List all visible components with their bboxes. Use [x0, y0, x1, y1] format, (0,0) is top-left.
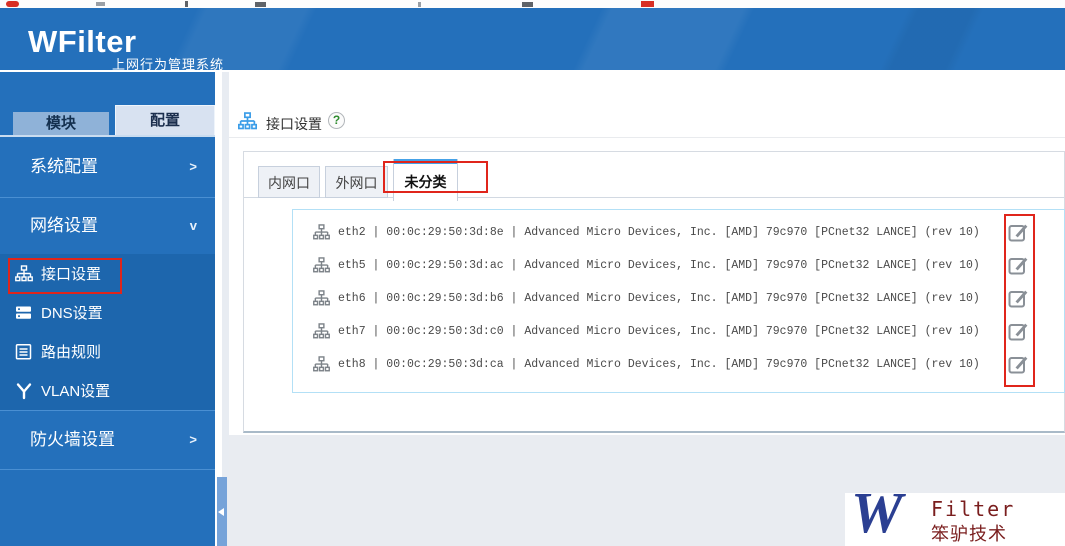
interface-settings-icon: [238, 112, 257, 131]
gray-mark-icon: [96, 2, 105, 6]
section-label: 防火墙设置: [30, 430, 115, 449]
edit-icon[interactable]: [1007, 320, 1029, 342]
sidebar-section-firewall-settings[interactable]: 防火墙设置 >: [0, 411, 215, 469]
sidebar-section-system-config[interactable]: 系统配置 >: [0, 137, 215, 197]
page-title: 接口设置: [266, 116, 322, 132]
active-tab-bar: [394, 159, 457, 164]
interface-row: eth5 | 00:0c:29:50:3d:ac | Advanced Micr…: [293, 249, 1064, 282]
interface-row: eth2 | 00:0c:29:50:3d:8e | Advanced Micr…: [293, 216, 1064, 249]
bar-mark-icon: [185, 1, 188, 7]
brand-subtitle: 上网行为管理系统: [112, 57, 225, 70]
edit-icon[interactable]: [1007, 221, 1029, 243]
sidebar-item-label: 接口设置: [41, 266, 102, 283]
network-tree-icon: [313, 323, 330, 340]
tab-unclassified[interactable]: 未分类: [393, 159, 458, 201]
logo-w-glyph: W: [851, 480, 903, 545]
sidebar-item-route-rules[interactable]: 路由规则: [0, 332, 215, 371]
wfilter-watermark: W Filter 笨驴技术: [845, 480, 1065, 546]
sidebar-divider: [0, 469, 215, 470]
sidebar-tab-modules[interactable]: 模块: [13, 112, 109, 135]
logo-caption: 笨驴技术: [931, 524, 1007, 544]
help-icon[interactable]: ?: [328, 112, 345, 129]
sidebar-item-dns-settings[interactable]: DNS设置: [0, 293, 215, 332]
sidebar-collapse-handle[interactable]: [217, 477, 227, 546]
network-tree-icon: [313, 224, 330, 241]
wfilter-app: WFilter 上网行为管理系统 模块 配置 系统配置 > 网络设置 v 接口设…: [0, 0, 1065, 546]
interface-row-text: eth7 | 00:0c:29:50:3d:c0 | Advanced Micr…: [338, 325, 980, 338]
tab-internal-port[interactable]: 内网口: [258, 166, 320, 198]
app-header: WFilter 上网行为管理系统: [0, 8, 1065, 70]
breadcrumb-divider: [229, 137, 1065, 138]
route-rules-icon: [15, 343, 33, 361]
red-bookmark-icon: [6, 1, 19, 7]
collapse-left-icon: [218, 508, 224, 516]
interface-row: eth7 | 00:0c:29:50:3d:c0 | Advanced Micr…: [293, 315, 1064, 348]
tab-external-port[interactable]: 外网口: [325, 166, 388, 198]
sidebar-item-interface-settings[interactable]: 接口设置: [0, 254, 215, 293]
interface-row-text: eth6 | 00:0c:29:50:3d:b6 | Advanced Micr…: [338, 292, 980, 305]
chevron-right-icon: >: [189, 159, 197, 174]
network-tree-icon: [313, 290, 330, 307]
interface-row-text: eth8 | 00:0c:29:50:3d:ca | Advanced Micr…: [338, 358, 980, 371]
sidebar-item-label: 路由规则: [41, 344, 102, 361]
sidebar: 模块 配置 系统配置 > 网络设置 v 接口设置 DNS设置 路由规则 VLAN…: [0, 72, 215, 546]
network-tree-icon: [313, 257, 330, 274]
sidebar-gap: [215, 72, 222, 546]
interface-row: eth8 | 00:0c:29:50:3d:ca | Advanced Micr…: [293, 348, 1064, 381]
edit-icon[interactable]: [1007, 287, 1029, 309]
network-tree-icon: [15, 264, 33, 283]
dns-server-icon: [15, 304, 33, 322]
interface-row-text: eth2 | 00:0c:29:50:3d:8e | Advanced Micr…: [338, 226, 980, 239]
vlan-icon: [15, 382, 33, 400]
network-tree-icon: [313, 356, 330, 373]
sidebar-item-label: VLAN设置: [41, 383, 111, 400]
section-label: 系统配置: [30, 157, 98, 176]
edit-icon[interactable]: [1007, 254, 1029, 276]
sidebar-section-network-settings[interactable]: 网络设置 v: [0, 198, 215, 254]
dark-mark-icon-2: [522, 2, 533, 7]
sidebar-item-label: DNS设置: [41, 305, 103, 322]
chevron-down-icon: v: [189, 218, 197, 233]
sidebar-tab-config[interactable]: 配置: [115, 105, 215, 135]
red-mark-icon: [641, 1, 654, 7]
interface-list: eth2 | 00:0c:29:50:3d:8e | Advanced Micr…: [292, 209, 1065, 393]
edit-icon[interactable]: [1007, 353, 1029, 375]
logo-name: Filter: [931, 497, 1016, 521]
network-submenu: 接口设置 DNS设置 路由规则 VLAN设置: [0, 254, 215, 410]
sidebar-item-vlan-settings[interactable]: VLAN设置: [0, 371, 215, 410]
browser-bookmarks-strip: [0, 0, 1065, 8]
thin-mark-icon: [418, 2, 421, 7]
tab-label: 未分类: [404, 174, 447, 190]
dark-mark-icon: [255, 2, 266, 7]
interface-row: eth6 | 00:0c:29:50:3d:b6 | Advanced Micr…: [293, 282, 1064, 315]
interface-row-text: eth5 | 00:0c:29:50:3d:ac | Advanced Micr…: [338, 259, 980, 272]
chevron-right-icon: >: [189, 432, 197, 447]
content-gap: [222, 72, 229, 546]
section-label: 网络设置: [30, 216, 98, 235]
